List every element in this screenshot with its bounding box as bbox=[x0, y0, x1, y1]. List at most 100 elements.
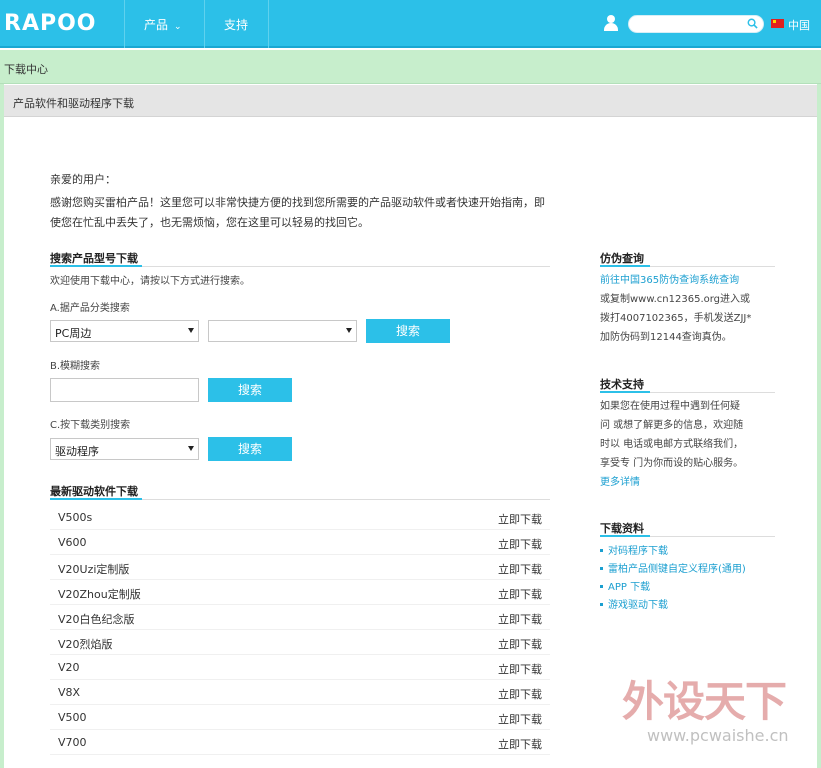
latest-section-divider bbox=[50, 498, 550, 500]
download-link-label: 雷柏产品侧键自定义程序(通用) bbox=[608, 564, 746, 575]
anti-fake-body: 前往中国365防伪查询系统查询 或复制www.cn12365.org进入或 拨打… bbox=[600, 271, 770, 347]
subcategory-select[interactable] bbox=[208, 320, 357, 342]
anti-fake-divider bbox=[600, 265, 775, 267]
download-now-link[interactable]: 立即下载 bbox=[498, 611, 542, 627]
watermark-logo: 外设天下 bbox=[622, 677, 787, 726]
product-name: V20 bbox=[58, 661, 80, 674]
section-title: 产品软件和驱动程序下载 bbox=[13, 97, 134, 110]
download-now-link[interactable]: 立即下载 bbox=[498, 586, 542, 602]
product-name: V700 bbox=[58, 736, 87, 749]
tech-support-line: 问 或想了解更多的信息，欢迎随 bbox=[600, 420, 744, 431]
download-link-game-driver[interactable]: 游戏驱动下载 bbox=[600, 596, 780, 614]
list-item: V700 立即下载 bbox=[50, 730, 550, 755]
more-details-link[interactable]: 更多详情 bbox=[600, 473, 770, 492]
nav-item-support[interactable]: 支持 bbox=[224, 16, 248, 33]
bullet-icon bbox=[600, 585, 603, 588]
list-item: V20 立即下载 bbox=[50, 655, 550, 680]
nav-divider bbox=[124, 0, 125, 48]
anti-fake-query-link[interactable]: 前往中国365防伪查询系统查询 bbox=[600, 271, 770, 290]
list-item: V20Zhou定制版 立即下载 bbox=[50, 580, 550, 605]
user-icon[interactable] bbox=[604, 15, 618, 31]
download-now-link[interactable]: 立即下载 bbox=[498, 536, 542, 552]
search-section-divider bbox=[50, 265, 550, 267]
china-flag-icon bbox=[771, 19, 784, 28]
watermark-url: www.pcwaishe.cn bbox=[647, 726, 789, 745]
product-name: V20Uzi定制版 bbox=[58, 563, 130, 576]
intro-text: 感谢您购买雷柏产品！这里您可以非常快捷方便的找到您所需要的产品驱动软件或者快速开… bbox=[50, 196, 545, 229]
fuzzy-search-label: B.模糊搜索 bbox=[50, 361, 101, 372]
download-now-link[interactable]: 立即下载 bbox=[498, 511, 542, 527]
product-name: V500s bbox=[58, 511, 93, 524]
product-name: V20Zhou定制版 bbox=[58, 588, 141, 601]
download-link-app[interactable]: APP 下载 bbox=[600, 578, 780, 596]
category-search-label: A.据产品分类搜索 bbox=[50, 303, 130, 314]
list-item: V20Uzi定制版 立即下载 bbox=[50, 555, 550, 580]
download-type-select[interactable]: 驱动程序 bbox=[50, 438, 199, 460]
download-now-link[interactable]: 立即下载 bbox=[498, 636, 542, 652]
list-item: V600 立即下载 bbox=[50, 530, 550, 555]
download-link-pairing[interactable]: 对码程序下载 bbox=[600, 542, 780, 560]
tech-support-title: 技术支持 bbox=[600, 378, 644, 391]
bullet-icon bbox=[600, 567, 603, 570]
download-link-label: 游戏驱动下载 bbox=[608, 600, 668, 611]
list-item: V20白色纪念版 立即下载 bbox=[50, 605, 550, 630]
type-search-label: C.按下载类别搜索 bbox=[50, 420, 131, 431]
download-now-link[interactable]: 立即下载 bbox=[498, 686, 542, 702]
product-name: V8X bbox=[58, 686, 81, 699]
product-name: V500 bbox=[58, 711, 87, 724]
nav-item-products[interactable]: 产品 ⌄ bbox=[144, 16, 182, 33]
product-name: V20白色纪念版 bbox=[58, 613, 135, 626]
tech-support-line: 时以 电话或电邮方式联络我们， bbox=[600, 439, 744, 450]
anti-fake-title: 仿伪查询 bbox=[600, 252, 644, 265]
search-section-subtitle: 欢迎使用下载中心，请按以下方式进行搜索。 bbox=[50, 276, 250, 287]
list-item: V20烈焰版 立即下载 bbox=[50, 630, 550, 655]
downloads-title: 下载资料 bbox=[600, 522, 644, 535]
category-search-button[interactable]: 搜索 bbox=[366, 319, 450, 343]
fuzzy-search-input[interactable] bbox=[51, 379, 198, 401]
download-now-link[interactable]: 立即下载 bbox=[498, 736, 542, 752]
breadcrumb: 下载中心 bbox=[0, 50, 821, 84]
dropdown-arrow-icon bbox=[346, 328, 352, 333]
downloads-list: 对码程序下载 雷柏产品侧键自定义程序(通用) APP 下载 游戏驱动下载 bbox=[600, 542, 780, 614]
chevron-down-icon: ⌄ bbox=[174, 22, 182, 32]
breadcrumb-label[interactable]: 下载中心 bbox=[4, 61, 48, 77]
download-now-link[interactable]: 立即下载 bbox=[498, 711, 542, 727]
download-link-side-key[interactable]: 雷柏产品侧键自定义程序(通用) bbox=[600, 560, 780, 578]
download-link-label: 对码程序下载 bbox=[608, 546, 668, 557]
bullet-icon bbox=[600, 549, 603, 552]
section-header: 产品软件和驱动程序下载 bbox=[4, 85, 817, 117]
list-item: V500 立即下载 bbox=[50, 705, 550, 730]
search-icon[interactable] bbox=[747, 18, 758, 29]
fuzzy-search-button[interactable]: 搜索 bbox=[208, 378, 292, 402]
category-select[interactable]: PC周边 bbox=[50, 320, 199, 342]
type-search-button[interactable]: 搜索 bbox=[208, 437, 292, 461]
list-item: V8X 立即下载 bbox=[50, 680, 550, 705]
language-selector[interactable]: 中国 bbox=[788, 17, 810, 33]
tech-support-line: 享受专 门为你而设的贴心服务。 bbox=[600, 458, 744, 469]
product-name: V20烈焰版 bbox=[58, 638, 113, 651]
downloads-divider bbox=[600, 535, 775, 537]
download-now-link[interactable]: 立即下载 bbox=[498, 561, 542, 577]
bullet-icon bbox=[600, 603, 603, 606]
fuzzy-search-field bbox=[50, 378, 199, 402]
tech-support-line: 如果您在使用过程中遇到任何疑 bbox=[600, 401, 740, 412]
header-search-input[interactable] bbox=[637, 17, 743, 31]
top-navigation-bar: RAPOO 产品 ⌄ 支持 中国 bbox=[0, 0, 821, 48]
nav-item-support-label: 支持 bbox=[224, 18, 249, 32]
tech-support-divider bbox=[600, 391, 775, 393]
anti-fake-line: 或复制www.cn12365.org进入或 bbox=[600, 294, 751, 305]
nav-divider bbox=[268, 0, 269, 48]
list-item: V500s 立即下载 bbox=[50, 505, 550, 530]
download-now-link[interactable]: 立即下载 bbox=[498, 661, 542, 677]
header-search bbox=[628, 15, 764, 33]
anti-fake-line: 拨打4007102365，手机发送ZJJ* bbox=[600, 313, 752, 324]
rapoo-logo[interactable]: RAPOO bbox=[4, 11, 97, 36]
dropdown-arrow-icon bbox=[188, 328, 194, 333]
download-link-label: APP 下载 bbox=[608, 582, 651, 593]
greeting-text: 亲爱的用户： bbox=[50, 173, 116, 186]
nav-item-products-label: 产品 bbox=[144, 18, 169, 32]
category-select-value: PC周边 bbox=[55, 327, 92, 340]
product-name: V600 bbox=[58, 536, 87, 549]
latest-section-title: 最新驱动软件下载 bbox=[50, 485, 138, 498]
watermark: 外设天下 www.pcwaishe.cn bbox=[622, 668, 807, 758]
